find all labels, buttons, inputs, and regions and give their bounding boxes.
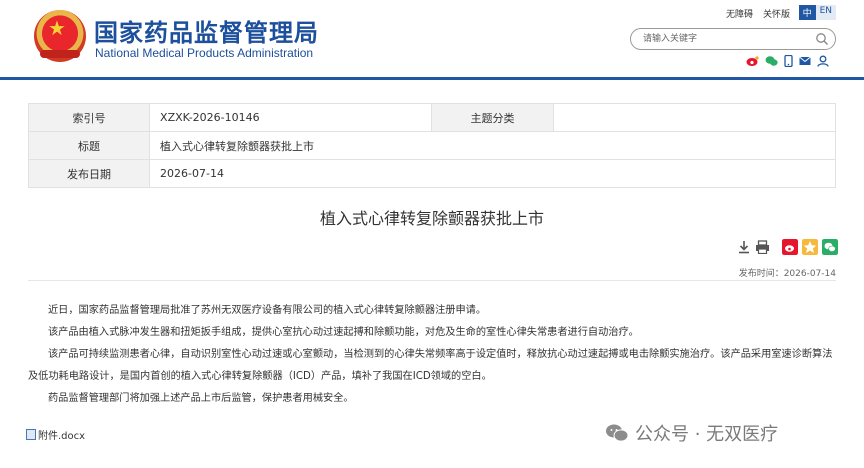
- search-input[interactable]: [643, 32, 803, 46]
- divider: [28, 280, 836, 281]
- download-icon[interactable]: [737, 240, 751, 254]
- weibo-icon[interactable]: [746, 55, 759, 67]
- mobile-icon[interactable]: [784, 55, 793, 67]
- site-title-en[interactable]: National Medical Products Administration: [95, 46, 313, 60]
- search-icon[interactable]: [815, 32, 829, 46]
- watermark-text: 公众号 · 无双医疗: [635, 424, 779, 445]
- search-box: [630, 28, 836, 50]
- index-value: XZXK-2026-10146: [149, 103, 433, 132]
- table-row: 发布日期 2026-07-14: [27, 159, 836, 188]
- top-links: 无障碍 关怀版: [726, 7, 790, 20]
- weibo-share-icon[interactable]: [782, 239, 798, 255]
- watermark: 公众号 · 无双医疗: [605, 420, 778, 446]
- paragraph: 该产品可持续监测患者心律，自动识别室性心动过速或心室颤动，当检测到的心律失常频率…: [28, 349, 833, 382]
- index-label: 索引号: [27, 103, 151, 132]
- article-title: 植入式心律转复除颤器获批上市: [319, 209, 544, 228]
- paragraph: 近日，国家药品监督管理局批准了苏州无双医疗设备有限公司的植入式心律转复除颤器注册…: [48, 305, 487, 316]
- paragraph: 药品监督管理部门将加强上述产品上市后监管，保护患者用械安全。: [48, 393, 354, 404]
- paragraph: 该产品由植入式脉冲发生器和扭矩扳手组成，提供心室抗心动过速起搏和除颤功能，对危及…: [48, 327, 639, 338]
- print-icon[interactable]: [755, 240, 770, 254]
- publish-time: 发布时间：2026-07-14: [738, 269, 836, 279]
- title-value: 植入式心律转复除颤器获批上市: [149, 131, 836, 160]
- table-row: 标题 植入式心律转复除颤器获批上市: [27, 131, 836, 160]
- mail-icon[interactable]: [799, 55, 811, 67]
- national-emblem-icon: ★: [34, 10, 86, 62]
- user-icon[interactable]: [817, 55, 829, 67]
- category-label: 主题分类: [431, 103, 554, 132]
- wechat-icon[interactable]: [765, 55, 778, 67]
- lang-zh-button[interactable]: 中: [798, 5, 816, 20]
- date-value: 2026-07-14: [149, 159, 836, 188]
- title-label: 标题: [27, 131, 151, 160]
- table-row: 索引号 XZXK-2026-10146 主题分类: [27, 103, 837, 132]
- wechat-watermark-icon: [606, 424, 629, 442]
- qzone-share-icon[interactable]: [802, 239, 818, 255]
- attachment-name[interactable]: 附件.docx: [38, 427, 85, 442]
- article-body: 近日，国家药品监督管理局批准了苏州无双医疗设备有限公司的植入式心律转复除颤器注册…: [28, 300, 836, 410]
- date-label: 发布日期: [27, 159, 151, 188]
- care-mode-link[interactable]: 关怀版: [763, 7, 790, 20]
- social-links: [746, 55, 829, 67]
- category-value: [552, 103, 837, 132]
- site-header: ★ 国家药品监督管理局 National Medical Products Ad…: [0, 0, 864, 80]
- wechat-share-icon[interactable]: [822, 239, 838, 255]
- article-tools: [737, 239, 838, 255]
- language-switch: 中 EN: [798, 5, 836, 20]
- site-title[interactable]: 国家药品监督管理局: [94, 13, 319, 48]
- metadata-table: 索引号 XZXK-2026-10146 主题分类 标题 植入式心律转复除颤器获批…: [27, 103, 837, 188]
- document-icon: [26, 429, 36, 440]
- attachment-link[interactable]: 附件.docx: [26, 427, 85, 442]
- lang-en-button[interactable]: EN: [815, 5, 836, 20]
- accessibility-link[interactable]: 无障碍: [726, 7, 753, 20]
